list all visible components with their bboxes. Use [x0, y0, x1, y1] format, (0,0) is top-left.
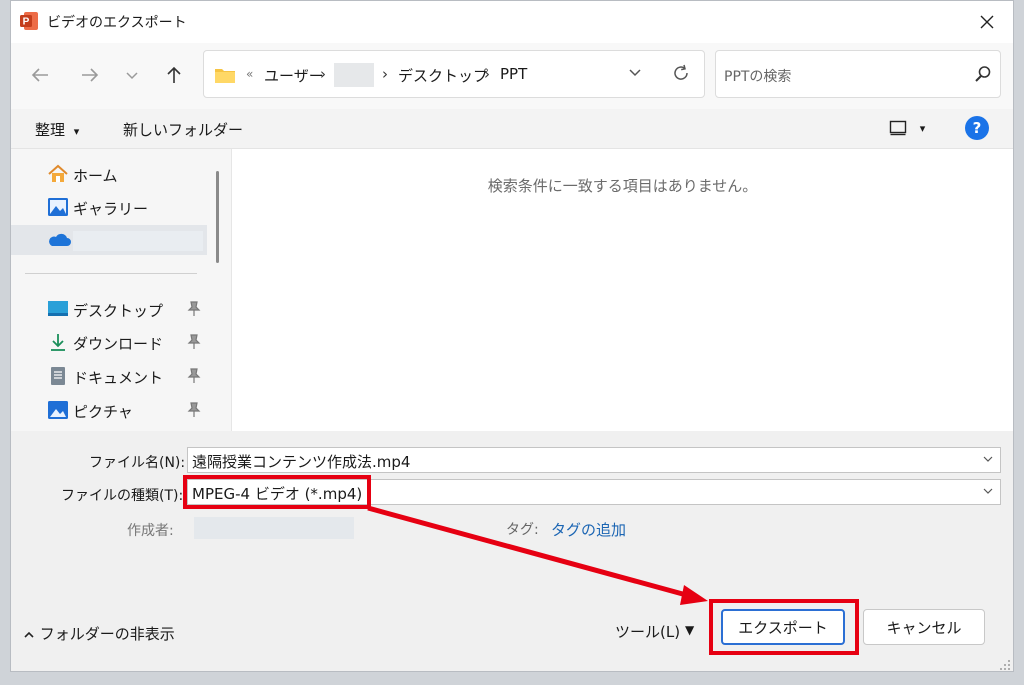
annotation-arrow: [367, 505, 708, 605]
